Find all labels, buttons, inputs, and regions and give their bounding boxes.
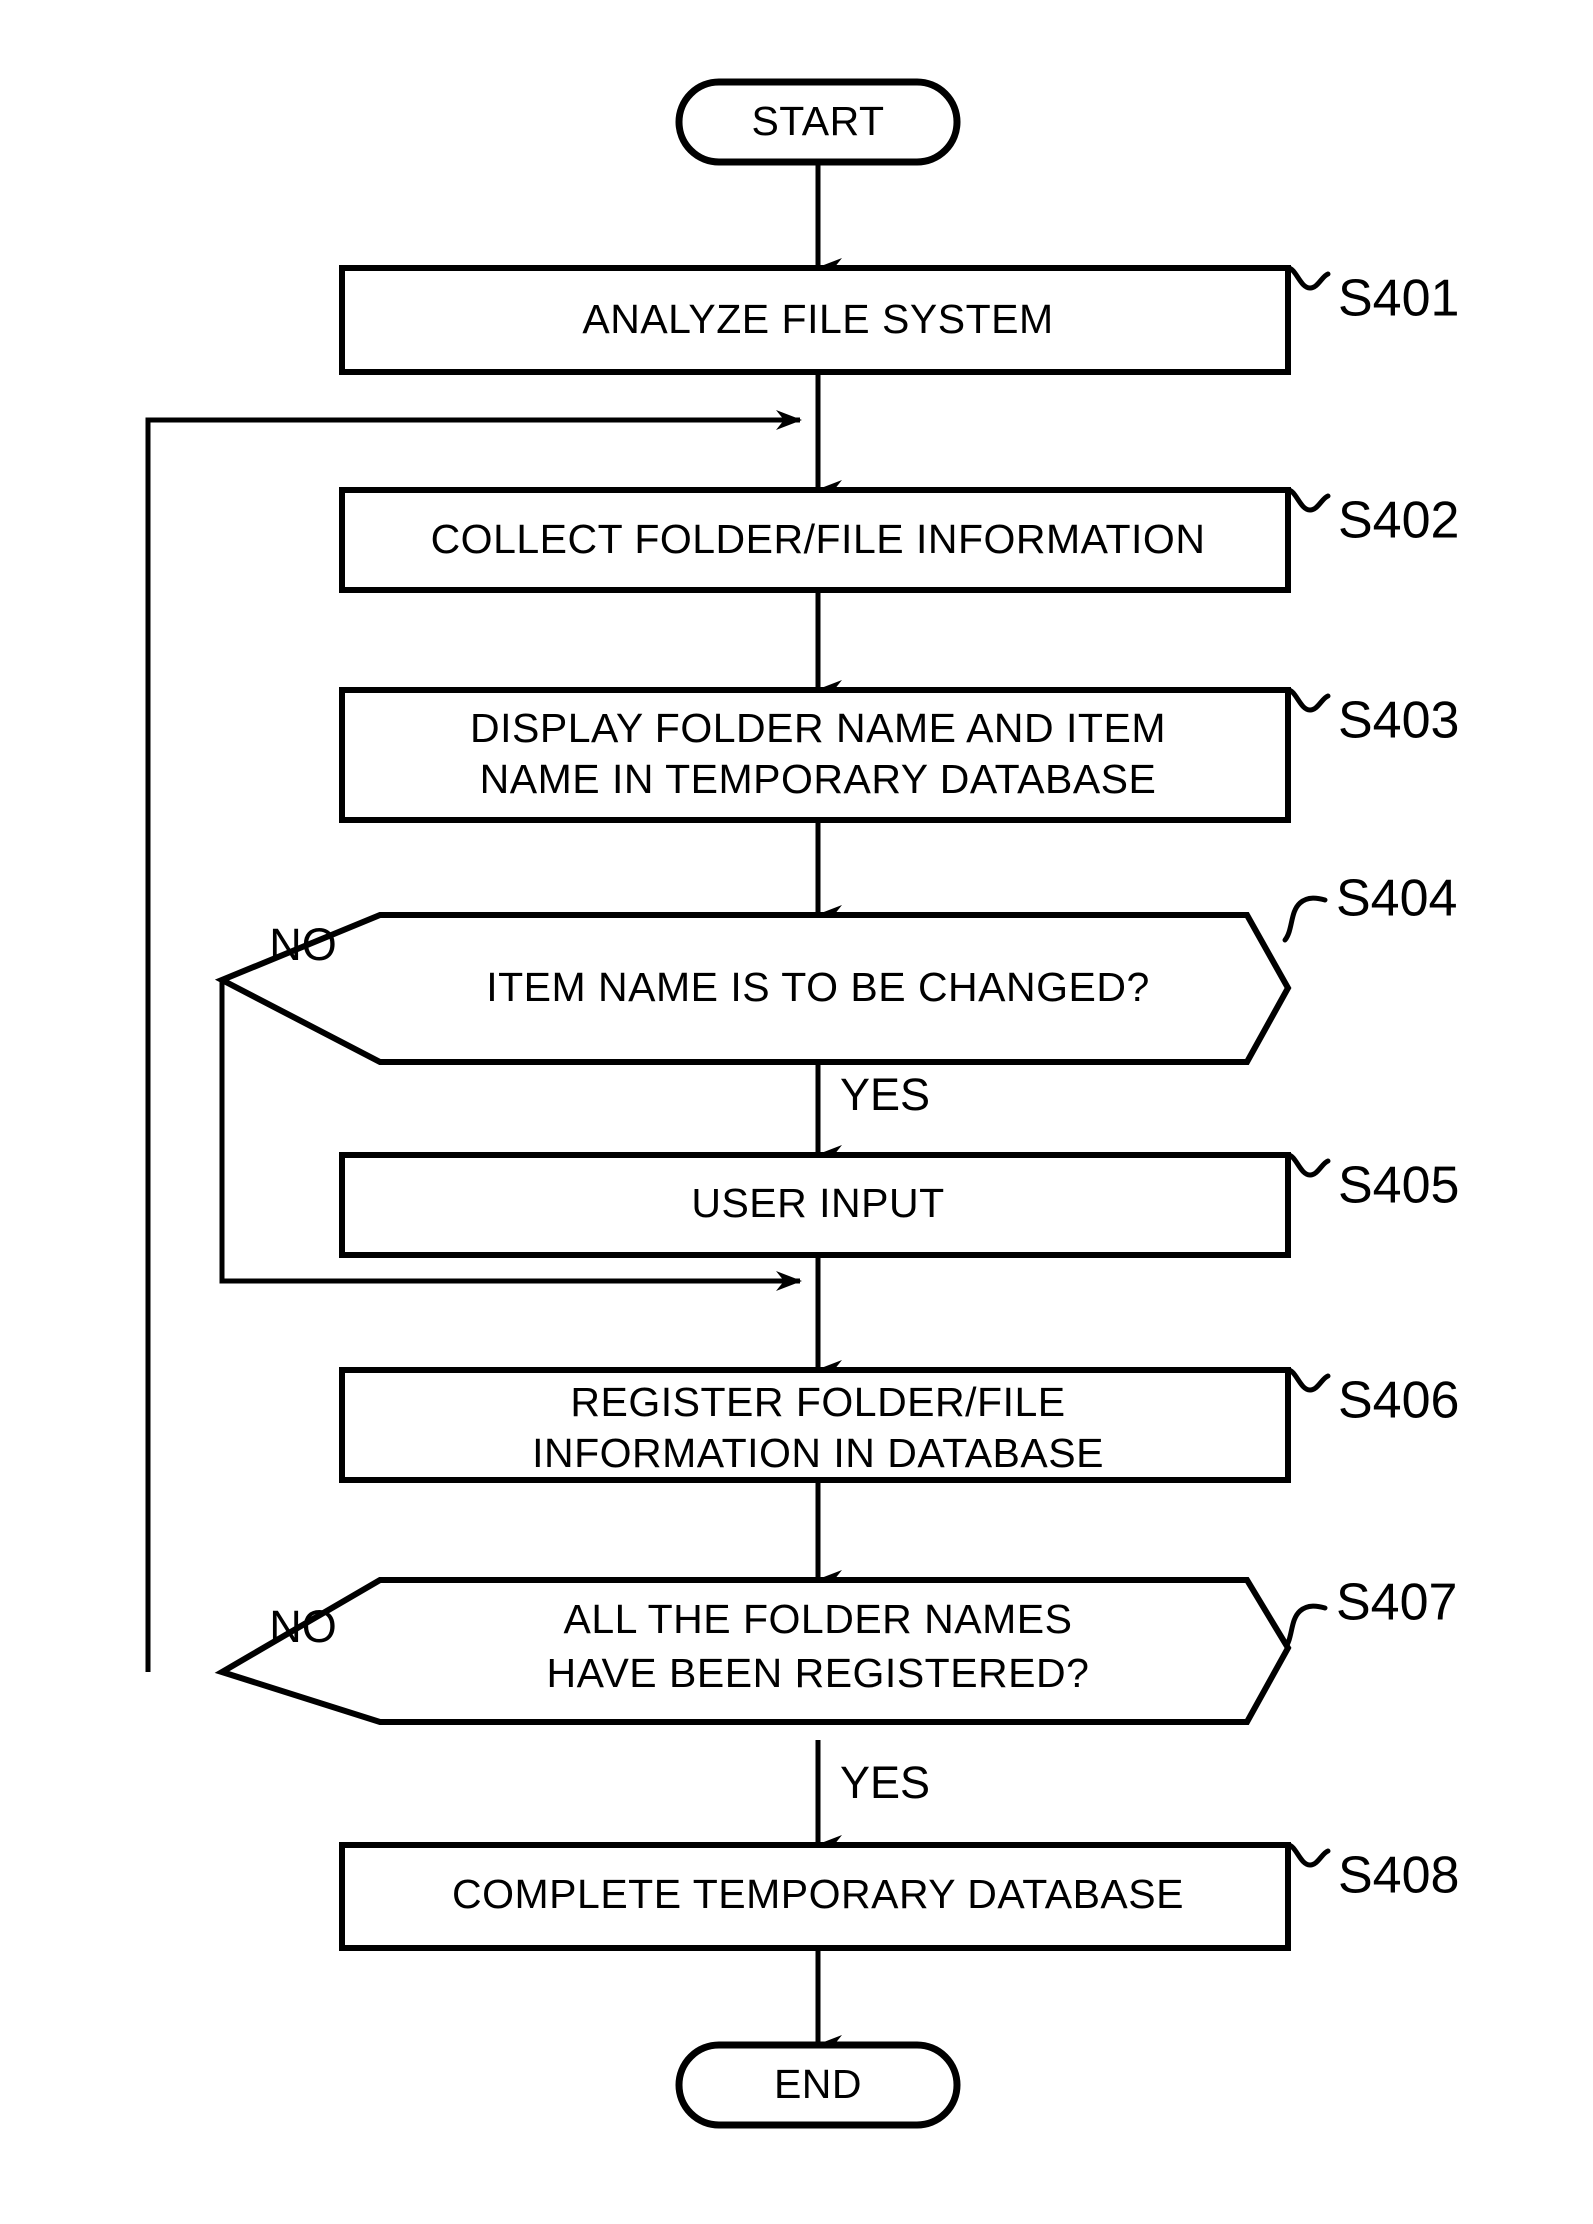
node-start-label: START bbox=[751, 98, 884, 144]
node-s404-label: ITEM NAME IS TO BE CHANGED? bbox=[486, 964, 1150, 1010]
node-s408-label: COMPLETE TEMPORARY DATABASE bbox=[452, 1871, 1184, 1917]
flowchart-canvas: START ANALYZE FILE SYSTEM S401 COLLECT F… bbox=[0, 0, 1593, 2224]
step-label-s405: S405 bbox=[1338, 1157, 1459, 1215]
branch-label-s407-no: NO bbox=[269, 1601, 337, 1652]
step-label-s406: S406 bbox=[1338, 1372, 1459, 1430]
branch-label-s407-yes: YES bbox=[840, 1757, 930, 1808]
node-s407-label-line1: ALL THE FOLDER NAMES bbox=[564, 1596, 1073, 1642]
branch-label-s404-yes: YES bbox=[840, 1069, 930, 1120]
leader-s406 bbox=[1285, 1367, 1331, 1393]
leader-s401 bbox=[1285, 265, 1331, 291]
step-label-s402: S402 bbox=[1338, 492, 1459, 550]
leader-s408 bbox=[1285, 1842, 1331, 1868]
node-s402-label: COLLECT FOLDER/FILE INFORMATION bbox=[431, 516, 1206, 562]
step-label-s403: S403 bbox=[1338, 692, 1459, 750]
flowchart-svg: START ANALYZE FILE SYSTEM S401 COLLECT F… bbox=[145, 78, 1459, 2129]
leader-s404 bbox=[1282, 895, 1328, 943]
step-label-s404: S404 bbox=[1336, 870, 1457, 928]
node-s405-label: USER INPUT bbox=[691, 1180, 944, 1226]
leader-s402 bbox=[1285, 487, 1331, 513]
leader-s405 bbox=[1285, 1152, 1331, 1178]
leader-s407 bbox=[1282, 1603, 1328, 1651]
step-label-s401: S401 bbox=[1338, 270, 1459, 328]
node-s407-label-line2: HAVE BEEN REGISTERED? bbox=[547, 1650, 1090, 1696]
step-label-s408: S408 bbox=[1338, 1847, 1459, 1905]
node-end-label: END bbox=[774, 2061, 862, 2107]
leader-s403 bbox=[1285, 687, 1331, 713]
branch-label-s404-no: NO bbox=[269, 919, 337, 970]
node-s403-label-line1: DISPLAY FOLDER NAME AND ITEM bbox=[470, 705, 1166, 751]
node-s401-label: ANALYZE FILE SYSTEM bbox=[582, 296, 1053, 342]
step-label-s407: S407 bbox=[1336, 1574, 1457, 1632]
node-s406-label-line2: INFORMATION IN DATABASE bbox=[532, 1430, 1104, 1476]
node-s403-label-line2: NAME IN TEMPORARY DATABASE bbox=[480, 756, 1157, 802]
node-s406-label-line1: REGISTER FOLDER/FILE bbox=[570, 1379, 1065, 1425]
